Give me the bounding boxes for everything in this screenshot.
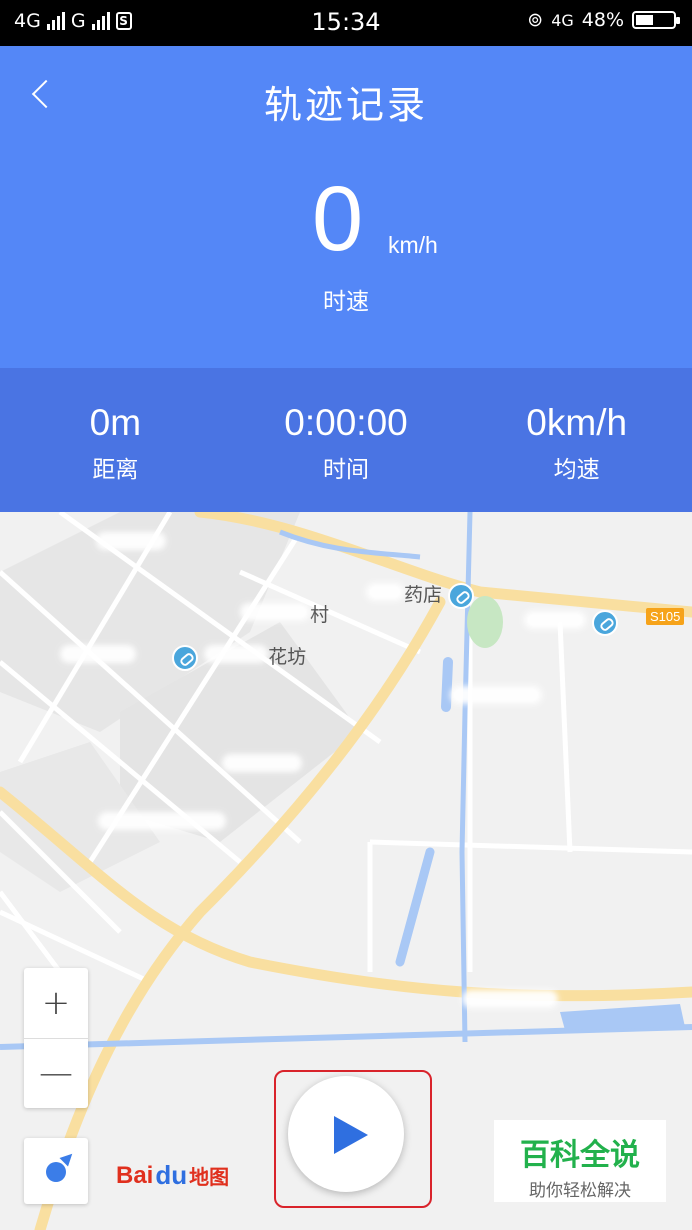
blurred-text: [240, 603, 310, 621]
poi-blurred-1: [450, 686, 542, 709]
blurred-text: [96, 532, 166, 550]
blurred-text: [222, 754, 302, 772]
poi-blurred-4: [96, 532, 166, 555]
logo-text: Bai: [116, 1161, 154, 1189]
logo-map-text: 地图: [189, 1167, 230, 1189]
hotspot-icon: ⊚: [527, 9, 544, 31]
poi-village: 村: [240, 600, 329, 627]
stat-time-label: 时间: [323, 457, 369, 483]
play-icon: [334, 1116, 368, 1154]
road-badge: S105: [646, 608, 685, 625]
poi-pharmacy-2[interactable]: [524, 610, 619, 636]
stat-avg-speed-label: 均速: [553, 457, 600, 483]
network-type-3: 4G: [551, 10, 574, 30]
zoom-in-button[interactable]: +: [24, 968, 88, 1039]
poi-blurred-5: [462, 990, 558, 1013]
blurred-text: [462, 990, 558, 1008]
blurred-text: [204, 645, 269, 663]
blurred-text: [60, 645, 136, 663]
header: 轨迹记录 0 km/h 时速: [0, 46, 692, 368]
location-dot-icon: [46, 1162, 66, 1182]
stat-distance-label: 距离: [92, 457, 139, 483]
poi-blurred-3: [98, 812, 226, 835]
stat-distance: 0m 距离: [0, 368, 231, 512]
battery-percent: 48%: [581, 9, 624, 31]
blurred-text: [366, 583, 404, 601]
pharmacy-icon: [448, 582, 475, 609]
poi-pharmacy-label: 药店: [404, 584, 443, 606]
stat-time: 0:00:00 时间: [231, 368, 462, 512]
poi-blurred-2: [222, 754, 302, 777]
poi-shop[interactable]: 花坊: [60, 642, 306, 671]
speed-value: 0: [312, 168, 364, 270]
locate-button[interactable]: [24, 1138, 88, 1204]
speed-label: 时速: [323, 289, 369, 315]
watermark-subtitle: 助你轻松解决: [529, 1181, 631, 1201]
poi-misc-label: 花坊: [268, 646, 307, 668]
blurred-text: [98, 812, 226, 830]
watermark-title: 百科全说: [520, 1138, 640, 1173]
watermark: 百科全说 助你轻松解决: [494, 1120, 666, 1202]
status-right: ⊚ 4G 48%: [527, 9, 680, 31]
logo-paw: du: [155, 1160, 188, 1190]
status-bar: 4G G S 15:34 ⊚ 4G 48%: [0, 0, 692, 46]
stat-avg-speed-value: 0km/h: [526, 402, 628, 443]
baidu-map-logo: Bai du 地图: [116, 1160, 229, 1191]
pharmacy-icon: [172, 644, 199, 671]
stat-time-value: 0:00:00: [284, 402, 408, 443]
page-title: 轨迹记录: [263, 83, 428, 127]
blurred-text: [450, 686, 542, 704]
blurred-text: [524, 610, 586, 629]
stats-panel: 0m 距离 0:00:00 时间 0km/h 均速: [0, 368, 692, 512]
pharmacy-icon: [592, 610, 619, 636]
stat-avg-speed: 0km/h 均速: [461, 368, 692, 512]
zoom-control: + —: [24, 968, 88, 1108]
play-button[interactable]: [288, 1076, 404, 1192]
stat-distance-value: 0m: [89, 402, 142, 443]
poi-pharmacy[interactable]: 药店: [366, 580, 475, 609]
map-view[interactable]: S105 药店 村 花坊 + — Bai du 地图 百科全说 助你轻松解决: [0, 512, 692, 1230]
zoom-out-button[interactable]: —: [24, 1038, 88, 1108]
battery-icon: [632, 11, 680, 29]
speed-unit: km/h: [388, 232, 438, 258]
poi-village-label: 村: [310, 604, 330, 626]
